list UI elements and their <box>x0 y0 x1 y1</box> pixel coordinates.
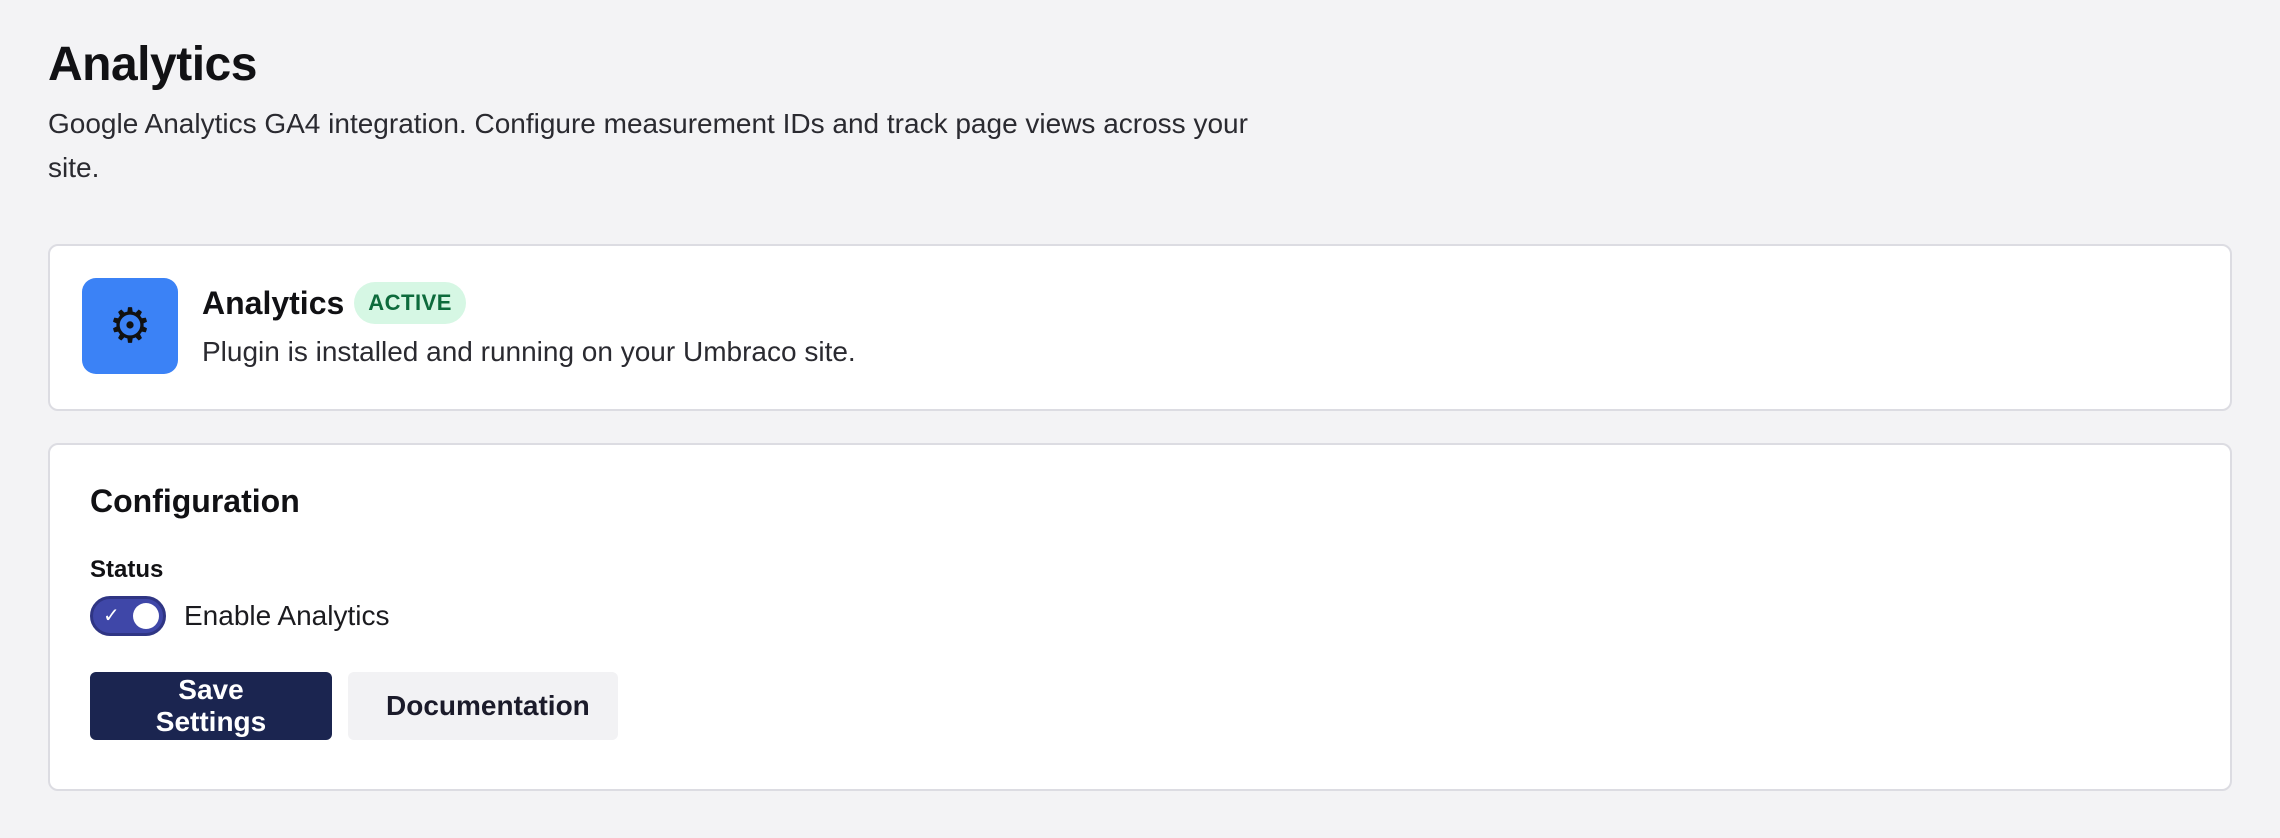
toggle-knob <box>133 603 159 629</box>
status-label: Status <box>90 556 164 583</box>
plugin-subtitle: Plugin is installed and running on your … <box>202 336 856 367</box>
page-title: Analytics <box>48 38 257 91</box>
enable-analytics-toggle[interactable]: ✓ <box>90 596 166 636</box>
action-buttons: Save Settings Documentation <box>90 672 2190 740</box>
plugin-status-card: ⚙ Analytics ACTIVE Plugin is installed a… <box>48 244 2232 411</box>
plugin-name-row: Analytics ACTIVE <box>202 280 856 326</box>
page-description: Google Analytics GA4 integration. Config… <box>48 108 1248 183</box>
analytics-page: Analytics Google Analytics GA4 integrati… <box>0 0 2280 791</box>
checkmark-icon: ✓ <box>103 603 120 627</box>
enable-analytics-row: ✓ Enable Analytics <box>90 596 2190 636</box>
gear-icon: ⚙ <box>82 278 178 374</box>
plugin-info: Analytics ACTIVE Plugin is installed and… <box>202 278 856 368</box>
documentation-button[interactable]: Documentation <box>348 672 618 740</box>
status-badge: ACTIVE <box>354 282 466 324</box>
configuration-title: Configuration <box>90 483 300 519</box>
plugin-name: Analytics <box>202 284 345 321</box>
configuration-card: Configuration Status ✓ Enable Analytics … <box>48 443 2232 791</box>
enable-analytics-label[interactable]: Enable Analytics <box>184 600 389 632</box>
save-settings-button[interactable]: Save Settings <box>90 672 332 740</box>
